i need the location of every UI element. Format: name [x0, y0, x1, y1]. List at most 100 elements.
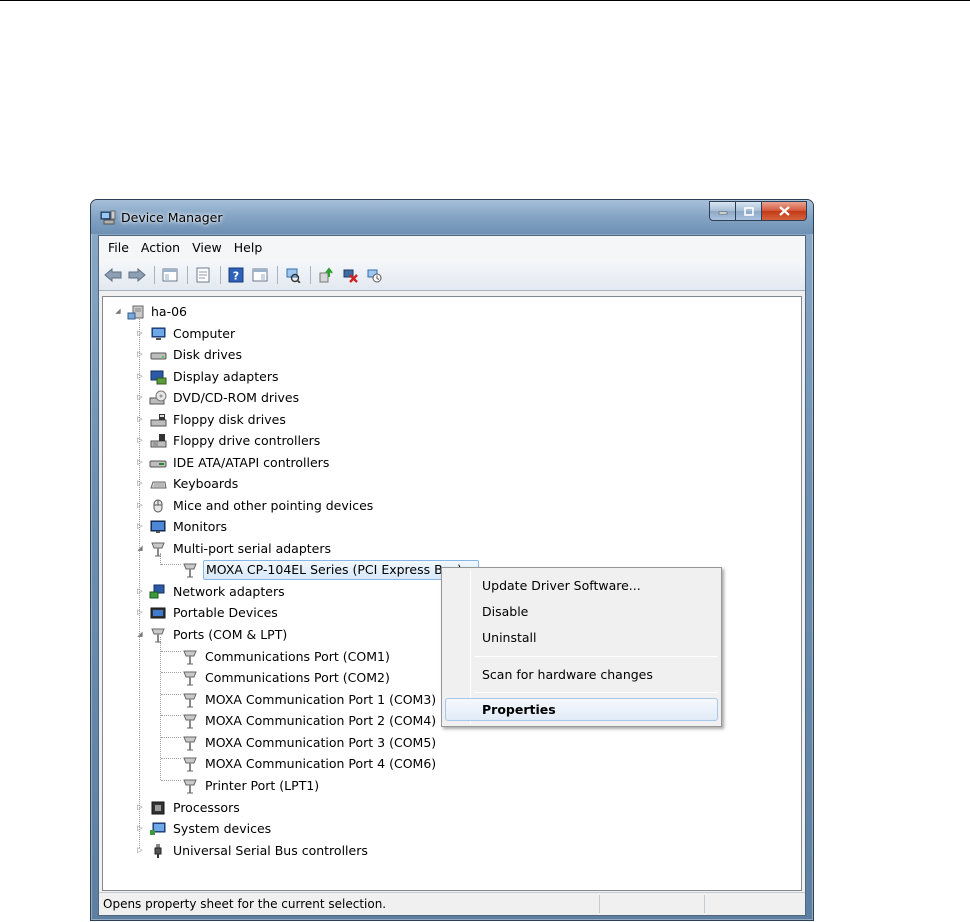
help-button[interactable]: ?	[225, 264, 247, 286]
tree-category-floppy-drive-controllers[interactable]: ▷ Floppy drive controllers	[135, 430, 322, 451]
title-bar[interactable]: Device Manager	[91, 200, 813, 234]
ctx-update-driver-software[interactable]: Update Driver Software...	[445, 574, 718, 597]
keyboard-icon	[149, 475, 167, 493]
tree-category-dvd-cd-rom-drives[interactable]: ▷ DVD/CD-ROM drives	[135, 387, 301, 408]
tree-connector	[161, 758, 181, 759]
menu-file[interactable]: File	[102, 237, 135, 259]
tree-device-com6[interactable]: MOXA Communication Port 4 (COM6)	[181, 753, 438, 774]
update-driver-icon	[319, 267, 333, 283]
port-icon	[149, 626, 167, 644]
toolbar-separator	[310, 266, 311, 284]
expand-arrow-icon[interactable]: ▷	[135, 840, 145, 861]
tree-category-ports[interactable]: ◢ Ports (COM & LPT)	[135, 624, 289, 645]
tree-category-system-devices[interactable]: ▷ System devices	[135, 818, 273, 839]
tree-connector	[161, 651, 181, 652]
show-action-pane-button[interactable]	[249, 264, 271, 286]
context-menu-separator	[474, 656, 718, 657]
tree-category-processors[interactable]: ▷ Processors	[135, 797, 242, 818]
serial-port-icon	[149, 540, 167, 558]
status-separator	[704, 895, 705, 913]
expand-arrow-icon[interactable]: ▷	[135, 818, 145, 839]
context-menu-separator	[474, 692, 718, 693]
menu-view[interactable]: View	[186, 237, 228, 259]
tree-category-floppy-disk-drives[interactable]: ▷ Floppy disk drives	[135, 409, 288, 430]
expand-arrow-icon[interactable]: ▷	[135, 409, 145, 430]
expand-arrow-icon[interactable]: ▷	[135, 602, 145, 623]
close-button[interactable]	[762, 201, 807, 221]
tree-category-portable-devices[interactable]: ▷ Portable Devices	[135, 602, 280, 623]
toolbar: ?	[99, 260, 805, 291]
menu-help[interactable]: Help	[228, 237, 269, 259]
update-driver-button[interactable]	[315, 264, 337, 286]
forward-button[interactable]	[126, 264, 148, 286]
tree-category-usb-controllers[interactable]: ▷ Universal Serial Bus controllers	[135, 840, 370, 861]
tree-category-multi-port-serial-adapters[interactable]: ◢ Multi-port serial adapters	[135, 538, 333, 559]
tree-root[interactable]: ◢ ha-06	[113, 301, 189, 322]
expand-arrow-icon[interactable]: ▷	[135, 516, 145, 537]
tree-category-network-adapters[interactable]: ▷ Network adapters	[135, 581, 287, 602]
tree-device-com4[interactable]: MOXA Communication Port 2 (COM4)	[181, 710, 438, 731]
expand-arrow-icon[interactable]: ▷	[135, 430, 145, 451]
tree-category-disk-drives[interactable]: ▷ Disk drives	[135, 344, 244, 365]
expand-arrow-icon[interactable]: ▷	[135, 323, 145, 344]
maximize-icon	[743, 206, 754, 216]
tree-connector	[161, 694, 181, 695]
disable-device-icon	[367, 269, 382, 283]
menu-action[interactable]: Action	[135, 237, 186, 259]
tree-device-label: MOXA Communication Port 1 (COM3)	[205, 692, 437, 707]
port-icon	[181, 669, 199, 687]
expand-arrow-icon[interactable]: ▷	[135, 387, 145, 408]
tree-category-mice[interactable]: ▷ Mice and other pointing devices	[135, 495, 375, 516]
toolbar-separator	[187, 266, 188, 284]
collapse-arrow-icon[interactable]: ◢	[135, 538, 145, 559]
ctx-scan-hardware-changes[interactable]: Scan for hardware changes	[445, 663, 718, 686]
tree-category-display-adapters[interactable]: ▷ Display adapters	[135, 366, 280, 387]
menu-bar: File Action View Help	[99, 236, 805, 260]
scan-hardware-changes-button[interactable]	[282, 264, 304, 286]
portable-device-icon	[149, 604, 167, 622]
computer-icon	[149, 325, 167, 343]
window-title: Device Manager	[121, 210, 223, 225]
ctx-properties[interactable]: Properties	[445, 698, 718, 721]
tree-device-moxa-cp-104el[interactable]: MOXA CP-104EL Series (PCI Express Bus)	[181, 559, 479, 580]
disable-device-button[interactable]	[363, 264, 385, 286]
floppy-controller-icon	[149, 432, 167, 450]
expand-arrow-icon[interactable]: ▷	[135, 344, 145, 365]
expand-arrow-icon[interactable]: ▷	[135, 473, 145, 494]
collapse-arrow-icon[interactable]: ◢	[113, 301, 123, 322]
show-hide-console-tree-button[interactable]	[159, 264, 181, 286]
tree-device-com1[interactable]: Communications Port (COM1)	[181, 646, 392, 667]
tree-category-label: Keyboards	[173, 476, 239, 491]
back-button[interactable]	[102, 264, 124, 286]
ctx-uninstall[interactable]: Uninstall	[445, 626, 718, 649]
help-icon: ?	[228, 267, 244, 283]
tree-category-keyboards[interactable]: ▷ Keyboards	[135, 473, 240, 494]
expand-arrow-icon[interactable]: ▷	[135, 366, 145, 387]
port-icon	[181, 777, 199, 795]
port-icon	[181, 648, 199, 666]
expand-arrow-icon[interactable]: ▷	[135, 452, 145, 473]
expand-arrow-icon[interactable]: ▷	[135, 797, 145, 818]
tree-device-com3[interactable]: MOXA Communication Port 1 (COM3)	[181, 689, 438, 710]
uninstall-button[interactable]	[339, 264, 361, 286]
tree-category-ide-ata-atapi-controllers[interactable]: ▷ IDE ATA/ATAPI controllers	[135, 452, 331, 473]
ctx-disable[interactable]: Disable	[445, 600, 718, 623]
tree-device-com2[interactable]: Communications Port (COM2)	[181, 667, 392, 688]
tree-connector	[161, 564, 181, 565]
tree-device-lpt1[interactable]: Printer Port (LPT1)	[181, 775, 321, 796]
properties-button[interactable]	[192, 264, 214, 286]
tree-category-label: Floppy disk drives	[173, 412, 286, 427]
tree-device-com5[interactable]: MOXA Communication Port 3 (COM5)	[181, 732, 438, 753]
tree-category-computer[interactable]: ▷ Computer	[135, 323, 237, 344]
tree-root-label: ha-06	[151, 304, 187, 319]
port-icon	[181, 755, 199, 773]
minimize-button[interactable]	[709, 201, 736, 221]
expand-arrow-icon[interactable]: ▷	[135, 495, 145, 516]
collapse-arrow-icon[interactable]: ◢	[135, 624, 145, 645]
maximize-button[interactable]	[736, 201, 762, 221]
expand-arrow-icon[interactable]: ▷	[135, 581, 145, 602]
serial-port-icon	[181, 561, 199, 579]
processor-icon	[149, 799, 167, 817]
tree-category-monitors[interactable]: ▷ Monitors	[135, 516, 229, 537]
scan-hardware-changes-icon	[286, 268, 301, 283]
